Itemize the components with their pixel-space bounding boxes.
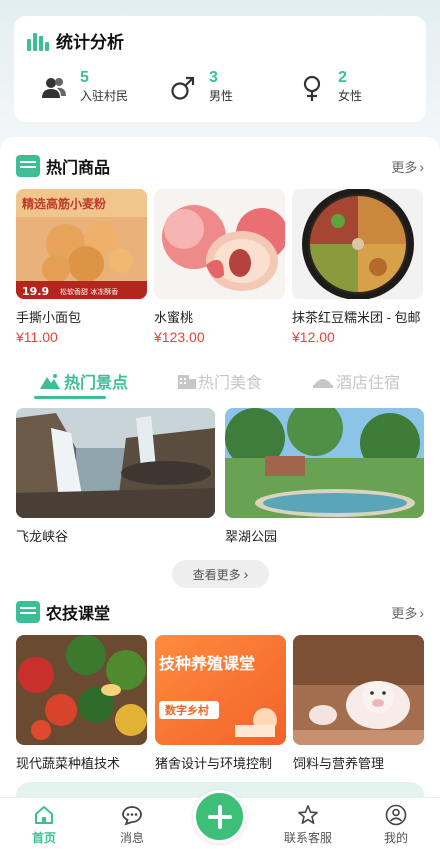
see-more-label: 查看更多	[192, 567, 241, 582]
stat-label: 男性	[209, 89, 234, 103]
stat-label: 入驻村民	[80, 89, 129, 103]
banner-brand: 数字乡村	[165, 703, 209, 717]
tab-label: 热门景点	[64, 375, 129, 392]
add-button[interactable]	[193, 790, 246, 843]
stat-label: 女性	[338, 89, 363, 103]
stat-value: 3	[209, 69, 218, 86]
tabbar-label: 消息	[119, 831, 144, 845]
tab-food[interactable]: 热门美食	[178, 364, 262, 398]
scenic-name: 飞龙峡谷	[16, 529, 69, 544]
female-icon	[303, 75, 321, 101]
scenic-name: 翠湖公园	[225, 529, 278, 544]
tab-label: 酒店住宿	[336, 375, 401, 392]
product-name: 抹茶红豆糯米团 - 包邮	[292, 310, 421, 325]
stats-header: 统计分析	[26, 28, 124, 53]
course-name: 饲料与营养管理	[293, 756, 385, 771]
product-name: 手撕小面包	[16, 310, 82, 325]
tab-scenic[interactable]: 热门景点	[40, 364, 128, 398]
more-label: 更多	[391, 160, 418, 175]
hotel-icon	[313, 379, 333, 388]
stats-card: 统计分析 5 入驻村民 3 男性 2 女性	[14, 16, 426, 122]
male-icon	[171, 76, 195, 100]
course-card[interactable]: 饲料与营养管理	[293, 635, 424, 772]
tabbar-support[interactable]: 联系客服	[273, 804, 343, 846]
course-card[interactable]: 技种养殖课堂 数字乡村 猪舍设计与环境控制	[155, 635, 286, 772]
more-label: 更多	[391, 606, 418, 621]
stat-value: 2	[338, 69, 347, 86]
courses-more-link[interactable]: 更多 ›	[391, 603, 424, 622]
chevron-right-icon: ›	[243, 566, 249, 582]
product-card[interactable]: 水蜜桃 ¥123.00	[154, 189, 285, 345]
hot-products-title: 热门商品	[46, 160, 111, 177]
courses-header: 农技课堂 更多 ›	[16, 599, 424, 625]
scenic-card[interactable]: 翠湖公园	[225, 408, 424, 545]
piglet-image	[293, 635, 424, 745]
stats-title: 统计分析	[56, 33, 124, 52]
waterfall-image	[16, 408, 215, 518]
banner-title: 技种养殖课堂	[159, 654, 255, 673]
tabbar-home[interactable]: 首页	[9, 804, 79, 846]
stat-female[interactable]: 2 女性	[298, 68, 362, 104]
active-tab-indicator	[34, 396, 106, 399]
chevron-right-icon: ›	[419, 158, 424, 175]
park-pond-image	[225, 408, 424, 518]
user-icon	[385, 804, 407, 826]
product-price: ¥12.00	[292, 329, 335, 345]
tab-hotel[interactable]: 酒店住宿	[313, 364, 400, 398]
message-icon	[122, 806, 142, 826]
course-banner-image: 技种养殖课堂 数字乡村	[155, 635, 286, 745]
course-name: 现代蔬菜种植技术	[16, 756, 121, 771]
scenic-card[interactable]: 飞龙峡谷	[16, 408, 215, 545]
people-icon	[42, 78, 66, 98]
star-icon	[298, 805, 318, 824]
tabbar-label: 首页	[31, 831, 56, 845]
tab-label: 热门美食	[198, 375, 263, 392]
chevron-right-icon: ›	[419, 604, 424, 621]
mountain-icon	[40, 374, 60, 389]
tabbar-profile[interactable]: 我的	[361, 804, 431, 846]
hot-products-more-link[interactable]: 更多 ›	[391, 157, 424, 176]
stat-residents[interactable]: 5 入驻村民	[40, 68, 128, 104]
product-card[interactable]: 抹茶红豆糯米团 - 包邮 ¥12.00	[292, 189, 423, 345]
home-icon	[35, 806, 53, 824]
bar-chart-icon	[27, 32, 49, 51]
stat-value: 5	[80, 69, 89, 86]
product-name: 水蜜桃	[154, 310, 194, 325]
product-price: ¥11.00	[16, 329, 58, 345]
peach-image	[154, 189, 285, 299]
course-name: 猪舍设计与环境控制	[155, 756, 273, 771]
building-icon	[178, 375, 196, 389]
bread-banner-text: 精选高筋小麦粉	[22, 196, 106, 211]
courses-title: 农技课堂	[46, 606, 111, 623]
product-card[interactable]: 精选高筋小麦粉 19.9 松软香甜 冰冻酥香 手撕小面包 ¥11.00	[16, 189, 147, 345]
bread-image: 精选高筋小麦粉 19.9 松软香甜 冰冻酥香	[16, 189, 147, 299]
tabbar-messages[interactable]: 消息	[97, 804, 167, 846]
stat-male[interactable]: 3 男性	[169, 68, 233, 104]
tabbar-label: 联系客服	[283, 831, 332, 845]
course-card[interactable]: 现代蔬菜种植技术	[16, 635, 147, 772]
vegetables-image	[16, 635, 147, 745]
product-price: ¥123.00	[154, 329, 205, 345]
tabbar-label: 我的	[383, 831, 408, 845]
see-more-button[interactable]: 查看更多 ›	[172, 560, 269, 588]
shop-icon	[16, 155, 40, 177]
bread-image-price: 19.9	[22, 285, 49, 298]
category-tabs: 热门景点 热门美食 酒店住宿	[0, 364, 440, 400]
food-platter-image	[292, 189, 423, 299]
hot-products-header: 热门商品 更多 ›	[16, 153, 424, 179]
bread-image-tag: 松软香甜 冰冻酥香	[60, 287, 118, 296]
plus-icon	[207, 804, 232, 829]
shop-icon	[16, 601, 40, 623]
